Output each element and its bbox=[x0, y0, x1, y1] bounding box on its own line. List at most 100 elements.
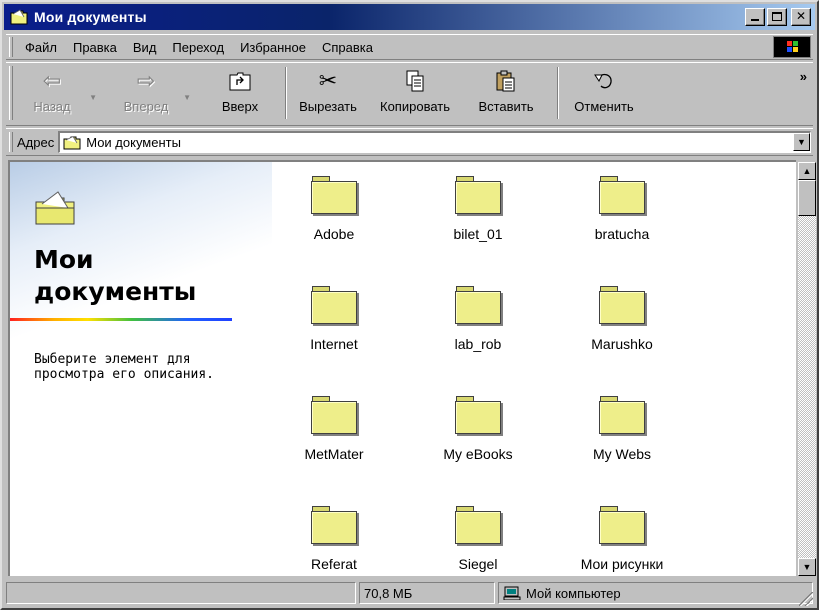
windows-logo-icon bbox=[773, 36, 811, 58]
folder-name: Siegel bbox=[458, 556, 498, 572]
cut-label: Вырезать bbox=[299, 99, 357, 114]
folder-item[interactable]: My eBooks bbox=[423, 396, 533, 462]
maximize-icon bbox=[772, 12, 782, 21]
address-value: Мои документы bbox=[86, 135, 181, 150]
folder-name: MetMater bbox=[304, 446, 364, 462]
status-bar: 70,8 МБ Мой компьютер bbox=[6, 582, 813, 606]
folder-item[interactable]: Internet bbox=[279, 286, 389, 352]
address-input[interactable]: Мои документы ▼ bbox=[58, 131, 811, 153]
folder-icon bbox=[311, 506, 357, 544]
address-label: Адрес bbox=[17, 134, 55, 150]
folder-name: Мои рисунки bbox=[580, 556, 664, 572]
menu-grip[interactable] bbox=[9, 37, 13, 57]
folder-name: My Webs bbox=[592, 446, 652, 462]
undo-button[interactable]: Отменить bbox=[559, 63, 649, 123]
web-view-panel: Мои документы Выберите элемент для просм… bbox=[10, 162, 272, 576]
folder-item[interactable]: Мои рисунки bbox=[567, 506, 677, 572]
toolbar-grip[interactable] bbox=[9, 66, 13, 120]
back-button[interactable]: ⇦ Назад ▼ bbox=[17, 63, 97, 123]
folder-item[interactable]: Adobe bbox=[279, 176, 389, 242]
scroll-up-button[interactable]: ▲ bbox=[798, 162, 816, 180]
menu-bar: Файл Правка Вид Переход Избранное Справк… bbox=[6, 34, 813, 60]
folder-icon bbox=[455, 396, 501, 434]
status-size: 70,8 МБ bbox=[359, 582, 495, 604]
menu-file[interactable]: Файл bbox=[17, 40, 65, 55]
minimize-icon bbox=[751, 19, 759, 21]
folder-name: Adobe bbox=[313, 226, 355, 242]
scroll-thumb[interactable] bbox=[798, 180, 816, 216]
folder-item[interactable]: Referat bbox=[279, 506, 389, 572]
folder-item[interactable]: bilet_01 bbox=[423, 176, 533, 242]
folder-item[interactable]: Marushko bbox=[567, 286, 677, 352]
back-arrow-icon: ⇦ bbox=[42, 69, 62, 94]
status-panel-main bbox=[6, 582, 356, 604]
maximize-button[interactable] bbox=[767, 8, 787, 26]
forward-button[interactable]: ⇨ Вперед ▼ bbox=[111, 63, 191, 123]
rainbow-divider bbox=[10, 318, 232, 321]
vertical-scrollbar[interactable]: ▲ ▼ bbox=[798, 162, 816, 576]
close-button[interactable]: ✕ bbox=[791, 8, 811, 26]
menu-go[interactable]: Переход bbox=[164, 40, 232, 55]
panel-title: Мои документы bbox=[34, 244, 196, 308]
folder-view: Мои документы Выберите элемент для просм… bbox=[8, 160, 796, 576]
resize-grip[interactable] bbox=[799, 592, 813, 606]
address-grip[interactable] bbox=[9, 132, 13, 152]
up-label: Вверх bbox=[221, 99, 259, 114]
cut-button[interactable]: ✂ Вырезать bbox=[287, 63, 369, 123]
forward-arrow-icon: ⇨ bbox=[136, 69, 156, 94]
paste-icon bbox=[494, 69, 518, 95]
back-label: Назад bbox=[33, 99, 71, 114]
title-bar[interactable]: Мои документы ✕ bbox=[4, 4, 815, 30]
folder-icon bbox=[455, 176, 501, 214]
panel-description: Выберите элемент для просмотра его описа… bbox=[34, 352, 215, 382]
menu-favorites[interactable]: Избранное bbox=[232, 40, 314, 55]
window-title: Мои документы bbox=[34, 9, 147, 25]
scroll-down-button[interactable]: ▼ bbox=[798, 558, 816, 576]
address-bar: Адрес Мои документы ▼ bbox=[6, 128, 813, 156]
folder-name: Marushko bbox=[591, 336, 653, 352]
paste-button[interactable]: Вставить bbox=[461, 63, 551, 123]
folder-name: lab_rob bbox=[454, 336, 502, 352]
copy-button[interactable]: Копировать bbox=[369, 63, 461, 123]
documents-folder-icon bbox=[34, 190, 76, 226]
menu-view[interactable]: Вид bbox=[125, 40, 165, 55]
folder-icon bbox=[455, 506, 501, 544]
close-icon: ✕ bbox=[795, 9, 807, 23]
address-dropdown-button[interactable]: ▼ bbox=[793, 133, 810, 151]
folder-item[interactable]: MetMater bbox=[279, 396, 389, 462]
folder-item[interactable]: My Webs bbox=[567, 396, 677, 462]
folder-icon bbox=[63, 135, 81, 150]
panel-title-line-2: документы bbox=[34, 277, 197, 306]
forward-dropdown-icon[interactable]: ▼ bbox=[183, 93, 191, 102]
folder-icon bbox=[311, 396, 357, 434]
menu-edit[interactable]: Правка bbox=[65, 40, 125, 55]
minimize-button[interactable] bbox=[745, 8, 765, 26]
panel-title-line-1: Мои bbox=[34, 245, 94, 274]
menu-help[interactable]: Справка bbox=[314, 40, 381, 55]
folder-icon bbox=[599, 176, 645, 214]
folder-icon bbox=[311, 286, 357, 324]
folder-name: My eBooks bbox=[443, 446, 513, 462]
paste-label: Вставить bbox=[478, 99, 534, 114]
status-location-panel: Мой компьютер bbox=[498, 582, 813, 604]
explorer-window: Мои документы ✕ Файл Правка Вид Переход … bbox=[0, 0, 819, 610]
folder-item[interactable]: Siegel bbox=[423, 506, 533, 572]
folder-name: bilet_01 bbox=[453, 226, 503, 242]
computer-icon bbox=[503, 586, 521, 601]
folder-icon bbox=[599, 506, 645, 544]
forward-label: Вперед bbox=[123, 99, 169, 114]
up-folder-icon bbox=[228, 69, 252, 95]
up-button[interactable]: Вверх bbox=[205, 63, 275, 123]
back-dropdown-icon[interactable]: ▼ bbox=[89, 93, 97, 102]
undo-label: Отменить bbox=[574, 99, 634, 114]
toolbar-more-chevron-icon[interactable]: » bbox=[800, 69, 807, 84]
scissors-icon: ✂ bbox=[318, 69, 338, 94]
folder-icon bbox=[599, 396, 645, 434]
folder-item[interactable]: lab_rob bbox=[423, 286, 533, 352]
folder-name: bratucha bbox=[594, 226, 650, 242]
folder-item[interactable]: bratucha bbox=[567, 176, 677, 242]
copy-icon bbox=[403, 69, 427, 95]
toolbar: ⇦ Назад ▼ ⇨ Вперед ▼ Вверх ✂ Вырезать Ко… bbox=[6, 62, 813, 126]
undo-icon bbox=[592, 69, 616, 95]
folder-icon bbox=[455, 286, 501, 324]
